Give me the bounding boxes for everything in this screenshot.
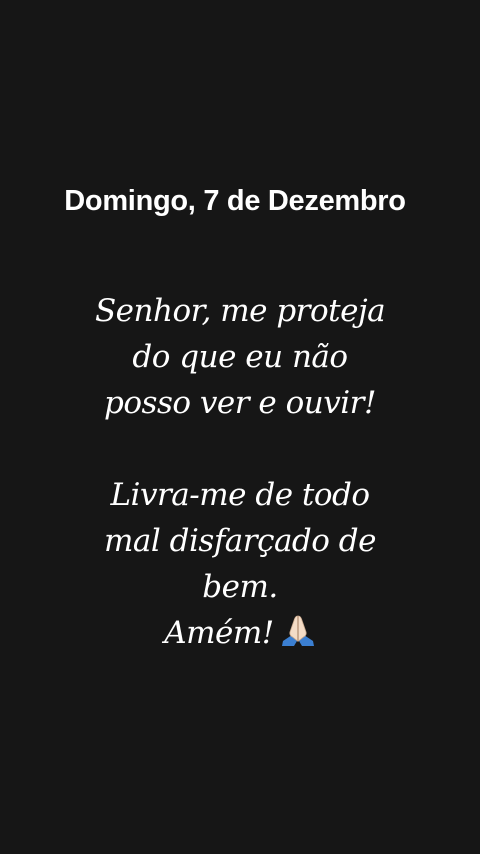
date-title: Domingo, 7 de Dezembro [64, 185, 406, 217]
prayer-blank-line [0, 426, 480, 472]
prayer-amen: Amém! [164, 615, 274, 651]
prayer-line-7: Amém! [0, 610, 480, 656]
prayer-text: Senhor, me proteja do que eu não posso v… [0, 288, 480, 656]
praying-hands-icon [280, 613, 316, 647]
prayer-line-6: bem. [202, 569, 278, 605]
prayer-line-5: mal disfarçado de [104, 523, 376, 559]
prayer-line-1: Senhor, me proteja [94, 293, 386, 329]
prayer-line-4: Livra-me de todo [110, 477, 370, 513]
prayer-line-3: posso ver e ouvir! [104, 385, 376, 421]
story-canvas: Domingo, 7 de Dezembro Senhor, me protej… [0, 0, 480, 854]
prayer-line-2: do que eu não [132, 339, 348, 375]
